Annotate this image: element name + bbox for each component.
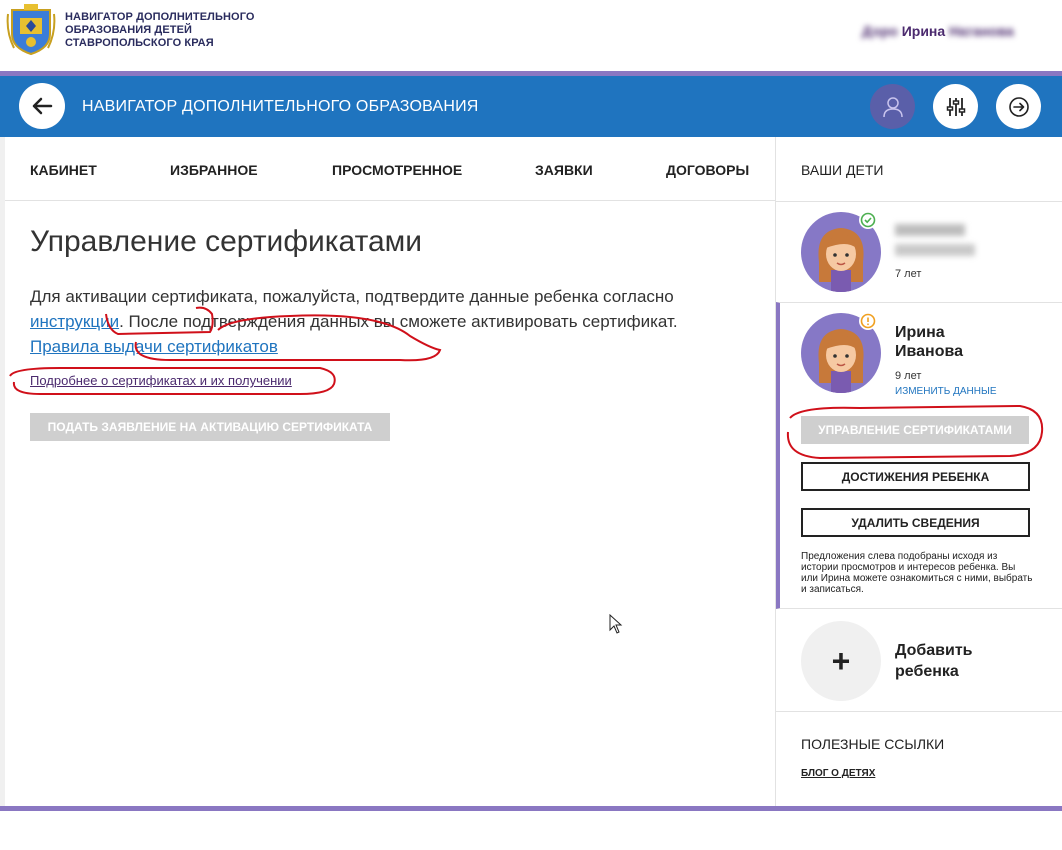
kids-header: ВАШИ ДЕТИ [801, 162, 884, 178]
page-title: Управление сертификатами [30, 225, 423, 258]
child-age: 9 лет [895, 370, 922, 382]
tab-favorites[interactable]: ИЗБРАННОЕ [170, 162, 258, 178]
user-icon [882, 96, 903, 117]
manage-certificates-button[interactable]: УПРАВЛЕНИЕ СЕРТИФИКАТАМИ [801, 416, 1029, 444]
warning-status-icon [859, 312, 877, 330]
apply-activation-button[interactable]: ПОДАТЬ ЗАЯВЛЕНИЕ НА АКТИВАЦИЮ СЕРТИФИКАТ… [30, 413, 390, 441]
user-name-hidden-part-3: На [949, 23, 967, 39]
user-name-hidden-part: Д [862, 23, 873, 39]
child-age: 7 лет [895, 268, 922, 280]
useful-links-header: ПОЛЕЗНЫЕ ССЫЛКИ [801, 736, 945, 752]
main-content: КАБИНЕТ ИЗБРАННОЕ ПРОСМОТРЕННОЕ ЗАЯВКИ Д… [5, 137, 775, 806]
delete-info-button[interactable]: УДАЛИТЬ СВЕДЕНИЯ [801, 508, 1030, 537]
desc-text-1: Для активации сертификата, пожалуйста, п… [30, 287, 674, 306]
add-child-button[interactable]: + [801, 621, 881, 701]
user-name[interactable]: Доро Ирина Наганова [862, 23, 1014, 39]
tab-viewed[interactable]: ПРОСМОТРЕННОЕ [332, 162, 462, 178]
tab-cabinet[interactable]: КАБИНЕТ [30, 162, 97, 178]
instructions-link[interactable]: инструкции [30, 312, 119, 331]
toolbar-title: НАВИГАТОР ДОПОЛНИТЕЛЬНОГО ОБРАЗОВАНИЯ [82, 98, 479, 115]
child-name: Ирина Иванова [895, 324, 963, 360]
user-name-visible: Ирина [901, 23, 946, 39]
stavropol-crest-logo[interactable] [6, 4, 56, 56]
plus-icon: + [831, 642, 851, 679]
logout-button[interactable] [996, 84, 1041, 129]
divider [776, 711, 1062, 712]
site-title[interactable]: НАВИГАТОР ДОПОЛНИТЕЛЬНОГО ОБРАЗОВАНИЯ ДЕ… [65, 11, 255, 50]
child-surname-hidden [895, 244, 975, 256]
settings-button[interactable] [933, 84, 978, 129]
certificate-rules-link[interactable]: Правила выдачи сертификатов [30, 337, 278, 356]
certificate-description: Для активации сертификата, пожалуйста, п… [30, 284, 730, 359]
child-card-1[interactable]: 7 лет [776, 202, 1062, 302]
profile-button[interactable] [870, 84, 915, 129]
confirmed-status-icon [859, 211, 877, 229]
edit-child-link[interactable]: ИЗМЕНИТЬ ДАННЫЕ [895, 386, 997, 397]
child-name-hidden [895, 224, 965, 236]
sliders-icon [946, 97, 965, 116]
user-name-hidden-part-2: оро [872, 23, 898, 39]
logout-icon [1008, 96, 1029, 117]
children-sidebar: ВАШИ ДЕТИ 7 лет Ирина Иванова 9 лет ИЗМЕ… [775, 137, 1062, 806]
back-button[interactable] [19, 83, 65, 129]
add-child-label[interactable]: Добавить ребенка [895, 640, 1015, 682]
achievements-button[interactable]: ДОСТИЖЕНИЯ РЕБЕНКА [801, 462, 1030, 491]
blog-link[interactable]: БЛОГ О ДЕТЯХ [801, 768, 875, 779]
mouse-cursor-icon [609, 614, 623, 634]
user-name-hidden-part-4: ганова [966, 23, 1014, 39]
desc-text-2: . После подтверждения данных вы сможете … [119, 312, 678, 331]
bottom-divider [0, 806, 1062, 811]
recommendation-note: Предложения слева подобраны исходя из ис… [801, 551, 1033, 595]
arrow-left-icon [32, 97, 53, 115]
more-about-certificates-link[interactable]: Подробнее о сертификатах и их получении [30, 373, 292, 388]
cabinet-nav: КАБИНЕТ ИЗБРАННОЕ ПРОСМОТРЕННОЕ ЗАЯВКИ Д… [5, 137, 775, 201]
tab-applications[interactable]: ЗАЯВКИ [535, 162, 593, 178]
main-toolbar: НАВИГАТОР ДОПОЛНИТЕЛЬНОГО ОБРАЗОВАНИЯ [0, 76, 1062, 137]
tab-contracts[interactable]: ДОГОВОРЫ [666, 162, 749, 178]
top-header: НАВИГАТОР ДОПОЛНИТЕЛЬНОГО ОБРАЗОВАНИЯ ДЕ… [0, 0, 1062, 71]
